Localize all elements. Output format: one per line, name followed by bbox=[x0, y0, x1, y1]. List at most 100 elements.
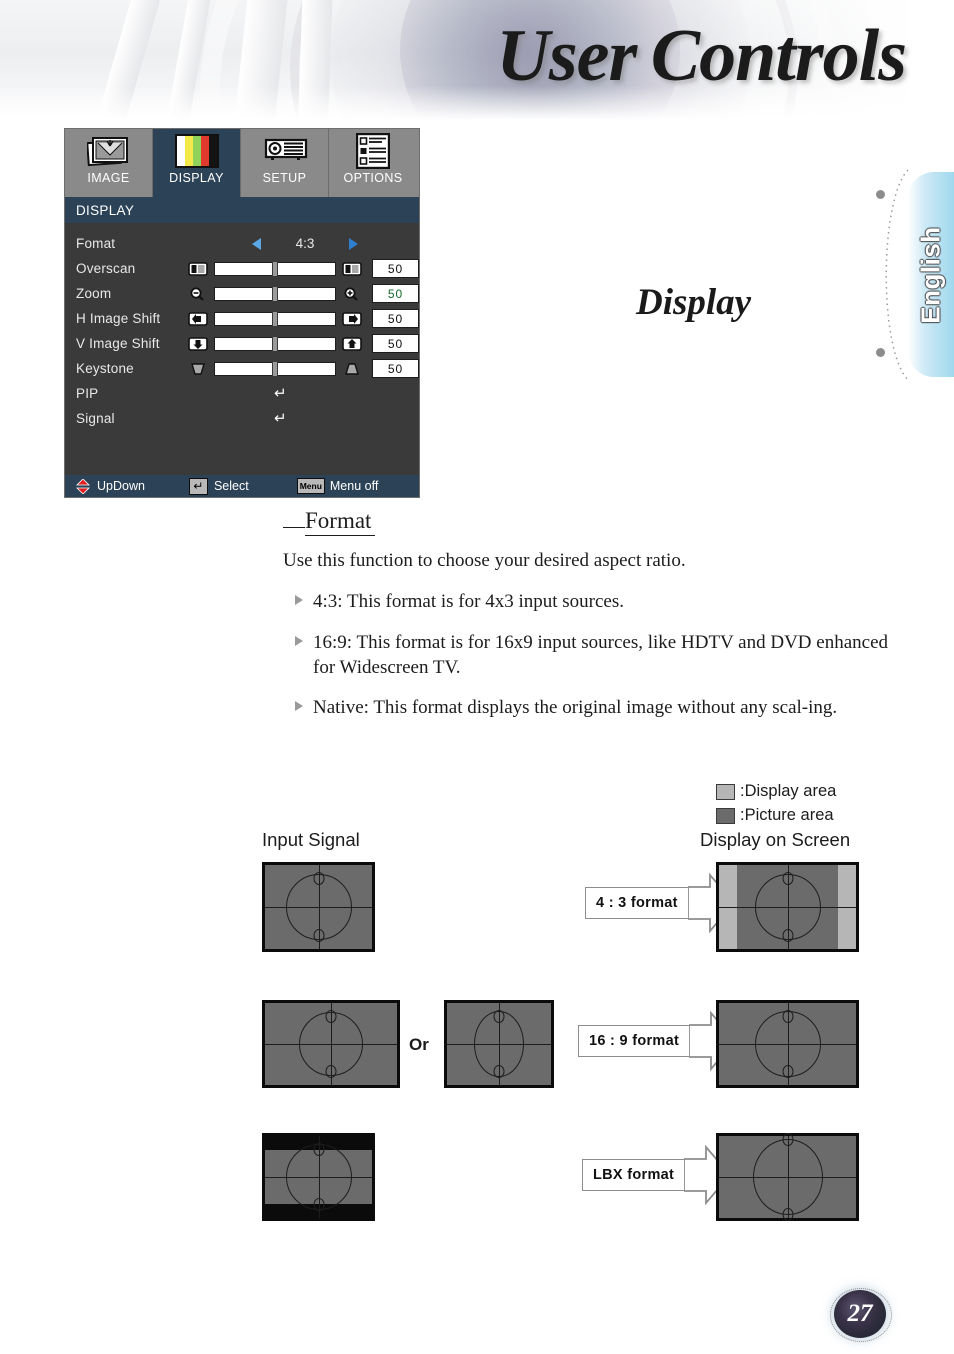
screen-output-16-9 bbox=[716, 1000, 859, 1088]
legend-display-area-label: :Display area bbox=[740, 782, 837, 800]
screen-input-lbx bbox=[262, 1133, 375, 1221]
overscan-slider[interactable] bbox=[214, 260, 336, 277]
submenu-enter-icon[interactable]: ↵ bbox=[274, 386, 287, 401]
osd-tab-options[interactable]: OPTIONS bbox=[329, 129, 417, 197]
screen-output-4-3 bbox=[716, 862, 859, 952]
osd-section-header: DISPLAY bbox=[65, 197, 419, 223]
test-dot-top bbox=[782, 1010, 793, 1023]
osd-row-zoom-label: Zoom bbox=[76, 286, 112, 301]
zoom-in-icon bbox=[342, 287, 362, 301]
image-icon bbox=[85, 133, 131, 169]
body-heading: Format bbox=[305, 508, 376, 536]
test-dot-bottom bbox=[313, 929, 324, 942]
body-copy: Format Use this function to choose your … bbox=[283, 508, 913, 735]
test-dot-top bbox=[313, 1143, 324, 1156]
osd-row-v-image-shift[interactable]: V Image Shift 50 bbox=[65, 331, 419, 356]
osd-row-zoom-value: 50 bbox=[372, 284, 419, 303]
osd-menu[interactable]: IMAGE DISPLAY SETUP OPTIONS DISPLAY Foma… bbox=[64, 128, 420, 498]
keystone-slider[interactable] bbox=[214, 360, 336, 377]
prev-arrow-icon[interactable] bbox=[252, 237, 261, 250]
osd-row-h-image-shift-label: H Image Shift bbox=[76, 311, 161, 326]
osd-footer-updown: UpDown bbox=[65, 477, 145, 495]
slider-knob[interactable] bbox=[272, 335, 278, 352]
osd-row-format[interactable]: Fomat 4:3 bbox=[65, 231, 419, 256]
osd-tab-setup[interactable]: SETUP bbox=[241, 129, 329, 197]
list-item: Native: This format displays the origina… bbox=[283, 695, 913, 720]
osd-row-keystone-label: Keystone bbox=[76, 361, 134, 376]
colorbars-icon bbox=[174, 133, 219, 169]
osd-row-pip-label: PIP bbox=[76, 386, 99, 401]
list-settings-icon bbox=[351, 133, 395, 169]
osd-row-format-label: Fomat bbox=[76, 236, 116, 251]
test-dot-top bbox=[782, 872, 793, 885]
page-title-word2: Controls bbox=[650, 15, 907, 97]
list-item: 4:3: This format is for 4x3 input source… bbox=[283, 589, 913, 614]
page-title-word1: User bbox=[496, 15, 637, 97]
language-tab-label: English bbox=[915, 225, 946, 324]
screen-input-16-9-b bbox=[444, 1000, 554, 1088]
page-number-badge: 27 bbox=[830, 1288, 892, 1342]
osd-row-keystone-value: 50 bbox=[372, 359, 419, 378]
screen-input-4-3 bbox=[262, 862, 375, 952]
list-item: 16:9: This format is for 16x9 input sour… bbox=[283, 630, 913, 681]
legend-swatch-picture-icon bbox=[716, 807, 735, 824]
test-dot-top bbox=[493, 1010, 505, 1023]
page-title: User Controls bbox=[496, 14, 907, 99]
slider-knob[interactable] bbox=[272, 285, 278, 302]
osd-tab-setup-label: SETUP bbox=[262, 171, 307, 185]
test-dot-bottom bbox=[493, 1065, 505, 1078]
osd-row-format-value: 4:3 bbox=[295, 236, 315, 251]
test-dot-top bbox=[325, 1010, 337, 1023]
osd-tab-image[interactable]: IMAGE bbox=[65, 129, 153, 197]
slider-knob[interactable] bbox=[272, 310, 278, 327]
shift-left-icon bbox=[188, 311, 208, 326]
osd-row-signal[interactable]: Signal ↵ bbox=[65, 406, 419, 431]
body-bullets: 4:3: This format is for 4x3 input source… bbox=[283, 589, 913, 720]
column-title-input: Input Signal bbox=[262, 829, 360, 850]
list-item-text: Native: This format displays the origina… bbox=[313, 697, 838, 719]
body-lead: Use this function to choose your desired… bbox=[283, 550, 686, 571]
legend-display-area: :Display area bbox=[716, 782, 836, 801]
slider-knob[interactable] bbox=[272, 360, 278, 377]
next-arrow-icon[interactable] bbox=[349, 237, 358, 250]
osd-row-overscan-label: Overscan bbox=[76, 261, 136, 276]
page-number-text: 27 bbox=[847, 1300, 873, 1327]
list-item-text: 16:9: This format is for 16x9 input sour… bbox=[313, 631, 889, 678]
enter-key-icon: ↵ bbox=[188, 477, 208, 495]
osd-tab-options-label: OPTIONS bbox=[343, 171, 403, 185]
arrow-16-9: 16 : 9 format bbox=[578, 1011, 737, 1071]
list-item-text: 4:3: This format is for 4x3 input source… bbox=[313, 591, 625, 613]
osd-row-signal-label: Signal bbox=[76, 411, 115, 426]
v-image-shift-slider[interactable] bbox=[214, 335, 336, 352]
test-dot-bottom bbox=[782, 1065, 793, 1078]
osd-footer-menuoff-label: Menu off bbox=[329, 479, 379, 493]
updown-arrows-icon bbox=[76, 477, 90, 495]
osd-row-keystone[interactable]: Keystone 50 bbox=[65, 356, 419, 381]
language-tab: English bbox=[908, 172, 954, 377]
arrow-lbx: LBX format bbox=[582, 1145, 732, 1205]
bullet-arrow-icon bbox=[295, 595, 303, 606]
keystone-up-icon bbox=[342, 362, 362, 376]
arrow-4-3: 4 : 3 format bbox=[585, 873, 736, 933]
submenu-enter-icon[interactable]: ↵ bbox=[274, 411, 287, 426]
osd-tab-image-label: IMAGE bbox=[87, 171, 130, 185]
h-image-shift-slider[interactable] bbox=[214, 310, 336, 327]
column-title-output: Display on Screen bbox=[700, 829, 851, 850]
test-dot-top bbox=[313, 872, 324, 885]
osd-row-overscan[interactable]: Overscan 50 bbox=[65, 256, 419, 281]
osd-row-v-image-shift-label: V Image Shift bbox=[76, 336, 160, 351]
slider-knob[interactable] bbox=[272, 260, 278, 277]
zoom-slider[interactable] bbox=[214, 285, 336, 302]
osd-row-h-image-shift-value: 50 bbox=[372, 309, 419, 328]
osd-row-h-image-shift[interactable]: H Image Shift 50 bbox=[65, 306, 419, 331]
test-dot-bottom bbox=[782, 1208, 793, 1221]
osd-row-pip[interactable]: PIP ↵ bbox=[65, 381, 419, 406]
osd-tab-display[interactable]: DISPLAY bbox=[153, 129, 241, 197]
osd-rows: Fomat 4:3 Overscan 50 Zoom 50 H Image Sh… bbox=[65, 223, 419, 431]
legend-swatch-display-icon bbox=[716, 783, 735, 800]
test-dot-bottom bbox=[325, 1065, 337, 1078]
test-dot-top bbox=[782, 1133, 793, 1146]
osd-row-zoom[interactable]: Zoom 50 bbox=[65, 281, 419, 306]
arrow-lbx-label: LBX format bbox=[582, 1159, 685, 1191]
test-dot-bottom bbox=[313, 1198, 324, 1211]
